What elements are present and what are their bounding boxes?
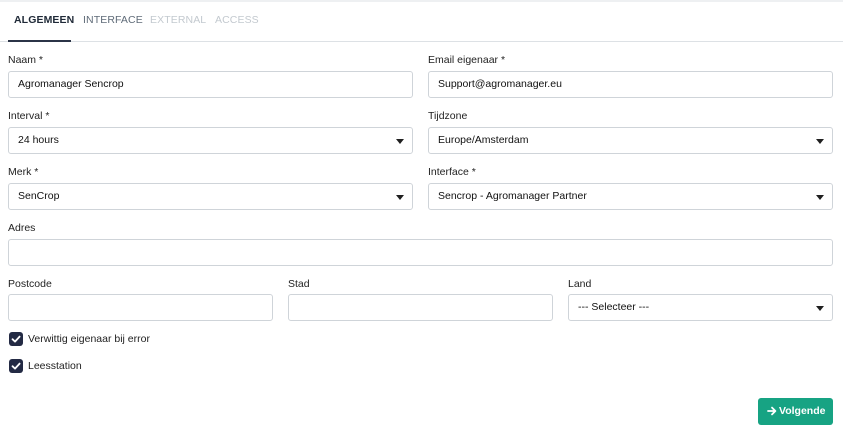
- email-label: Email eigenaar *: [428, 54, 506, 66]
- next-button[interactable]: Volgende: [758, 398, 833, 425]
- check-icon: [11, 362, 21, 370]
- adres-input[interactable]: [8, 239, 833, 266]
- stad-input[interactable]: [288, 294, 553, 321]
- postcode-input[interactable]: [8, 294, 273, 321]
- email-value: Support@agromanager.eu: [438, 78, 562, 90]
- tab-algemeen[interactable]: ALGEMEEN: [8, 2, 74, 42]
- interval-select[interactable]: 24 hours: [8, 127, 413, 154]
- tijdzone-label: Tijdzone: [428, 110, 468, 122]
- tab-interface[interactable]: INTERFACE: [83, 2, 143, 42]
- reading-label: Leesstation: [28, 360, 82, 372]
- interface-select[interactable]: Sencrop - Agromanager Partner: [428, 183, 833, 210]
- next-button-label: Volgende: [779, 405, 826, 417]
- stad-label: Stad: [288, 278, 310, 290]
- postcode-label: Postcode: [8, 278, 52, 290]
- notify-label: Verwittig eigenaar bij error: [28, 333, 150, 345]
- land-value: --- Selecteer ---: [578, 301, 650, 313]
- naam-input[interactable]: Agromanager Sencrop: [8, 71, 413, 98]
- tab-access: ACCESS: [215, 14, 259, 26]
- caret-down-icon: [396, 195, 404, 200]
- land-label: Land: [568, 278, 592, 290]
- tijdzone-value: Europe/Amsterdam: [438, 134, 529, 146]
- merk-select[interactable]: SenCrop: [8, 183, 413, 210]
- naam-value: Agromanager Sencrop: [18, 78, 124, 90]
- caret-down-icon: [396, 139, 404, 144]
- adres-label: Adres: [8, 222, 36, 234]
- interval-value: 24 hours: [18, 134, 59, 146]
- caret-down-icon: [816, 139, 824, 144]
- merk-label: Merk *: [8, 166, 39, 178]
- tijdzone-select[interactable]: Europe/Amsterdam: [428, 127, 833, 154]
- reading-checkbox[interactable]: [9, 359, 23, 373]
- interface-value: Sencrop - Agromanager Partner: [438, 190, 587, 202]
- caret-down-icon: [816, 306, 824, 311]
- interval-label: Interval *: [8, 110, 50, 122]
- check-icon: [11, 335, 21, 343]
- notify-checkbox[interactable]: [9, 332, 23, 346]
- tab-bar: ALGEMEEN INTERFACE EXTERNAL ACCESS: [0, 2, 843, 42]
- arrow-right-icon: [767, 406, 777, 416]
- interface-label: Interface *: [428, 166, 476, 178]
- tab-external: EXTERNAL: [150, 14, 207, 26]
- naam-label: Naam *: [8, 54, 44, 66]
- merk-value: SenCrop: [18, 190, 60, 202]
- caret-down-icon: [816, 195, 824, 200]
- land-select[interactable]: --- Selecteer ---: [568, 294, 833, 321]
- email-input[interactable]: Support@agromanager.eu: [428, 71, 833, 98]
